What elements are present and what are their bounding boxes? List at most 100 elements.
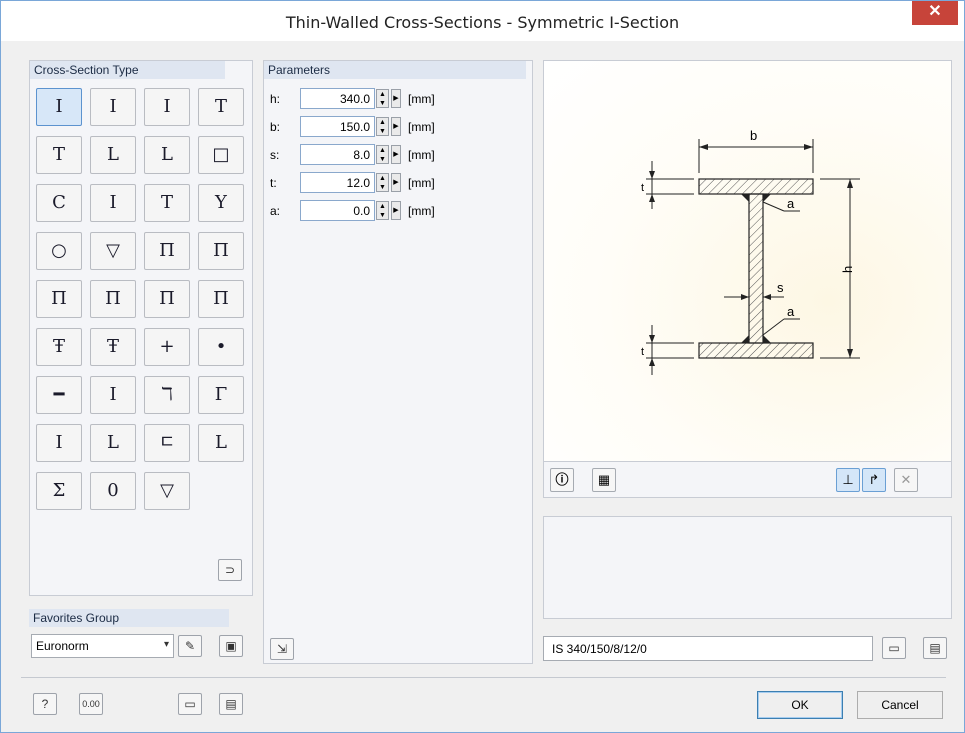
t-section-thin-icon[interactable]: T xyxy=(36,136,82,174)
rectangular-hollow-icon[interactable]: □ xyxy=(198,136,244,174)
arrow-right-icon[interactable]: ▶ xyxy=(391,117,401,136)
parameter-input[interactable]: 340.0 xyxy=(300,88,375,109)
arrow-right-icon[interactable]: ▶ xyxy=(391,173,401,192)
flat-plate-icon[interactable]: ━ xyxy=(36,376,82,414)
units-icon[interactable]: 0.00 xyxy=(79,693,103,715)
title-bar: Thin-Walled Cross-Sections - Symmetric I… xyxy=(1,1,964,41)
parameter-input[interactable]: 150.0 xyxy=(300,116,375,137)
favorites-group-value: Euronorm xyxy=(36,639,89,653)
i-section-unequal-flanges-icon[interactable]: I xyxy=(144,88,190,126)
oval-hollow-icon[interactable]: 0 xyxy=(90,472,136,510)
weld-a-bottom-label: a xyxy=(787,304,795,319)
parameters-header: Parameters xyxy=(264,61,526,79)
i-section-lipped-icon[interactable]: I xyxy=(90,184,136,222)
box-girder-sloped-icon[interactable]: Π xyxy=(90,280,136,318)
show-dimensions-icon[interactable]: ⊥ xyxy=(836,468,860,492)
sigma-z-section-icon[interactable]: Γ xyxy=(198,376,244,414)
parameter-unit: [mm] xyxy=(408,148,435,162)
triangular-hollow-icon[interactable]: ▽ xyxy=(90,232,136,270)
angle-unequal-icon[interactable]: L xyxy=(144,136,190,174)
parameter-label: a: xyxy=(270,204,281,218)
weld-a-top-label: a xyxy=(787,196,795,211)
import-parameters-icon[interactable]: ⇲ xyxy=(270,638,294,660)
rename-icon[interactable]: ⊃ xyxy=(218,559,242,581)
dim-t-top-label: t xyxy=(641,182,644,194)
i-section-haunched-icon[interactable]: I xyxy=(90,376,136,414)
double-web-flanged-icon[interactable]: Π xyxy=(198,232,244,270)
pi-section-icon[interactable]: Π xyxy=(144,280,190,318)
parameter-unit: [mm] xyxy=(408,204,435,218)
spinner-icon[interactable]: ▲ ▼ xyxy=(376,145,389,164)
bottom-flange xyxy=(698,342,814,359)
load-icon[interactable]: ▭ xyxy=(178,693,202,715)
top-flange xyxy=(698,178,814,195)
open-folder-icon[interactable]: ▭ xyxy=(882,637,906,659)
web xyxy=(748,193,764,344)
symmetric-i-section-icon[interactable]: I xyxy=(36,88,82,126)
cross-section-type-header: Cross-Section Type xyxy=(30,61,225,79)
t-section-icon[interactable]: T xyxy=(198,88,244,126)
preview-toolbar: ⓘ ▦ ⊥ ↱ ✕ xyxy=(543,462,952,498)
t-section-stiffened-icon[interactable]: Ŧ xyxy=(90,328,136,366)
info-icon[interactable]: ⓘ xyxy=(550,468,574,492)
parameter-label: t: xyxy=(270,176,277,190)
parameter-label: h: xyxy=(270,92,281,106)
help-icon[interactable]: ? xyxy=(33,693,57,715)
arrow-right-icon[interactable]: ▶ xyxy=(391,201,401,220)
new-favorites-group-icon[interactable]: ✎ xyxy=(178,635,202,657)
dim-b-label: b xyxy=(750,128,757,143)
pi-section-flanged-icon[interactable]: Π xyxy=(198,280,244,318)
z-section-icon[interactable]: ℸ xyxy=(144,376,190,414)
triangle-section-icon[interactable]: ▽ xyxy=(144,472,190,510)
dim-t-bottom-label: t xyxy=(641,346,644,358)
bottom-separator xyxy=(21,677,946,678)
point-section-icon[interactable]: • xyxy=(198,328,244,366)
show-axes-icon[interactable]: ↱ xyxy=(862,468,886,492)
circular-hollow-icon[interactable]: ○ xyxy=(36,232,82,270)
i-section-serif-icon[interactable]: I xyxy=(36,424,82,462)
ok-button[interactable]: OK xyxy=(757,691,843,719)
dialog-window: Thin-Walled Cross-Sections - Symmetric I… xyxy=(0,0,965,733)
cancel-button[interactable]: Cancel xyxy=(857,691,943,719)
spinner-icon[interactable]: ▲ ▼ xyxy=(376,173,389,192)
i-section-stiffened-icon[interactable]: Ŧ xyxy=(36,328,82,366)
parameter-input[interactable]: 12.0 xyxy=(300,172,375,193)
spinner-icon[interactable]: ▲ ▼ xyxy=(376,89,389,108)
dim-s-label: s xyxy=(777,280,784,295)
close-button[interactable]: ✕ xyxy=(912,1,958,25)
section-name-field[interactable]: IS 340/150/8/12/0 xyxy=(543,636,873,661)
spinner-icon[interactable]: ▲ ▼ xyxy=(376,201,389,220)
properties-icon[interactable]: ▦ xyxy=(592,468,616,492)
parameter-label: b: xyxy=(270,120,281,134)
parameter-input[interactable]: 0.0 xyxy=(300,200,375,221)
chevron-down-icon: ▾ xyxy=(163,639,169,650)
parameter-input[interactable]: 8.0 xyxy=(300,144,375,165)
parameter-unit: [mm] xyxy=(408,120,435,134)
store-icon[interactable]: ▤ xyxy=(219,693,243,715)
i-section-drawing: b h t t s a a xyxy=(641,128,860,375)
cross-section-icon[interactable]: + xyxy=(144,328,190,366)
cross-section-preview: b h t t s a a xyxy=(543,60,952,462)
angle-equal-icon[interactable]: L xyxy=(90,136,136,174)
channel-section-icon[interactable]: C xyxy=(36,184,82,222)
arrow-right-icon[interactable]: ▶ xyxy=(391,145,401,164)
parameter-label: s: xyxy=(270,148,280,162)
edit-favorites-group-icon[interactable]: ▣ xyxy=(219,635,243,657)
arrow-right-icon[interactable]: ▶ xyxy=(391,89,401,108)
t-section-lipped-icon[interactable]: T xyxy=(144,184,190,222)
c-section-lipped-icon[interactable]: L xyxy=(90,424,136,462)
info-box xyxy=(543,516,952,619)
reset-view-icon[interactable]: ✕ xyxy=(894,468,918,492)
l-section-lipped-icon[interactable]: L xyxy=(198,424,244,462)
box-girder-icon[interactable]: Π xyxy=(36,280,82,318)
c-section-returned-lip-icon[interactable]: ㄷ xyxy=(144,424,190,462)
sigma-section-icon[interactable]: Σ xyxy=(36,472,82,510)
cross-section-type-panel: Cross-Section Type I I I T T L L □ C I T Y ○ ▽ Π Π Π Π Π Π Ŧ… xyxy=(29,60,253,596)
favorites-group-select[interactable]: Euronorm ▾ xyxy=(31,634,174,658)
save-icon[interactable]: ▤ xyxy=(923,637,947,659)
y-section-icon[interactable]: Y xyxy=(198,184,244,222)
double-web-section-icon[interactable]: Π xyxy=(144,232,190,270)
asymmetric-i-section-icon[interactable]: I xyxy=(90,88,136,126)
favorites-group-header: Favorites Group xyxy=(29,609,229,627)
spinner-icon[interactable]: ▲ ▼ xyxy=(376,117,389,136)
